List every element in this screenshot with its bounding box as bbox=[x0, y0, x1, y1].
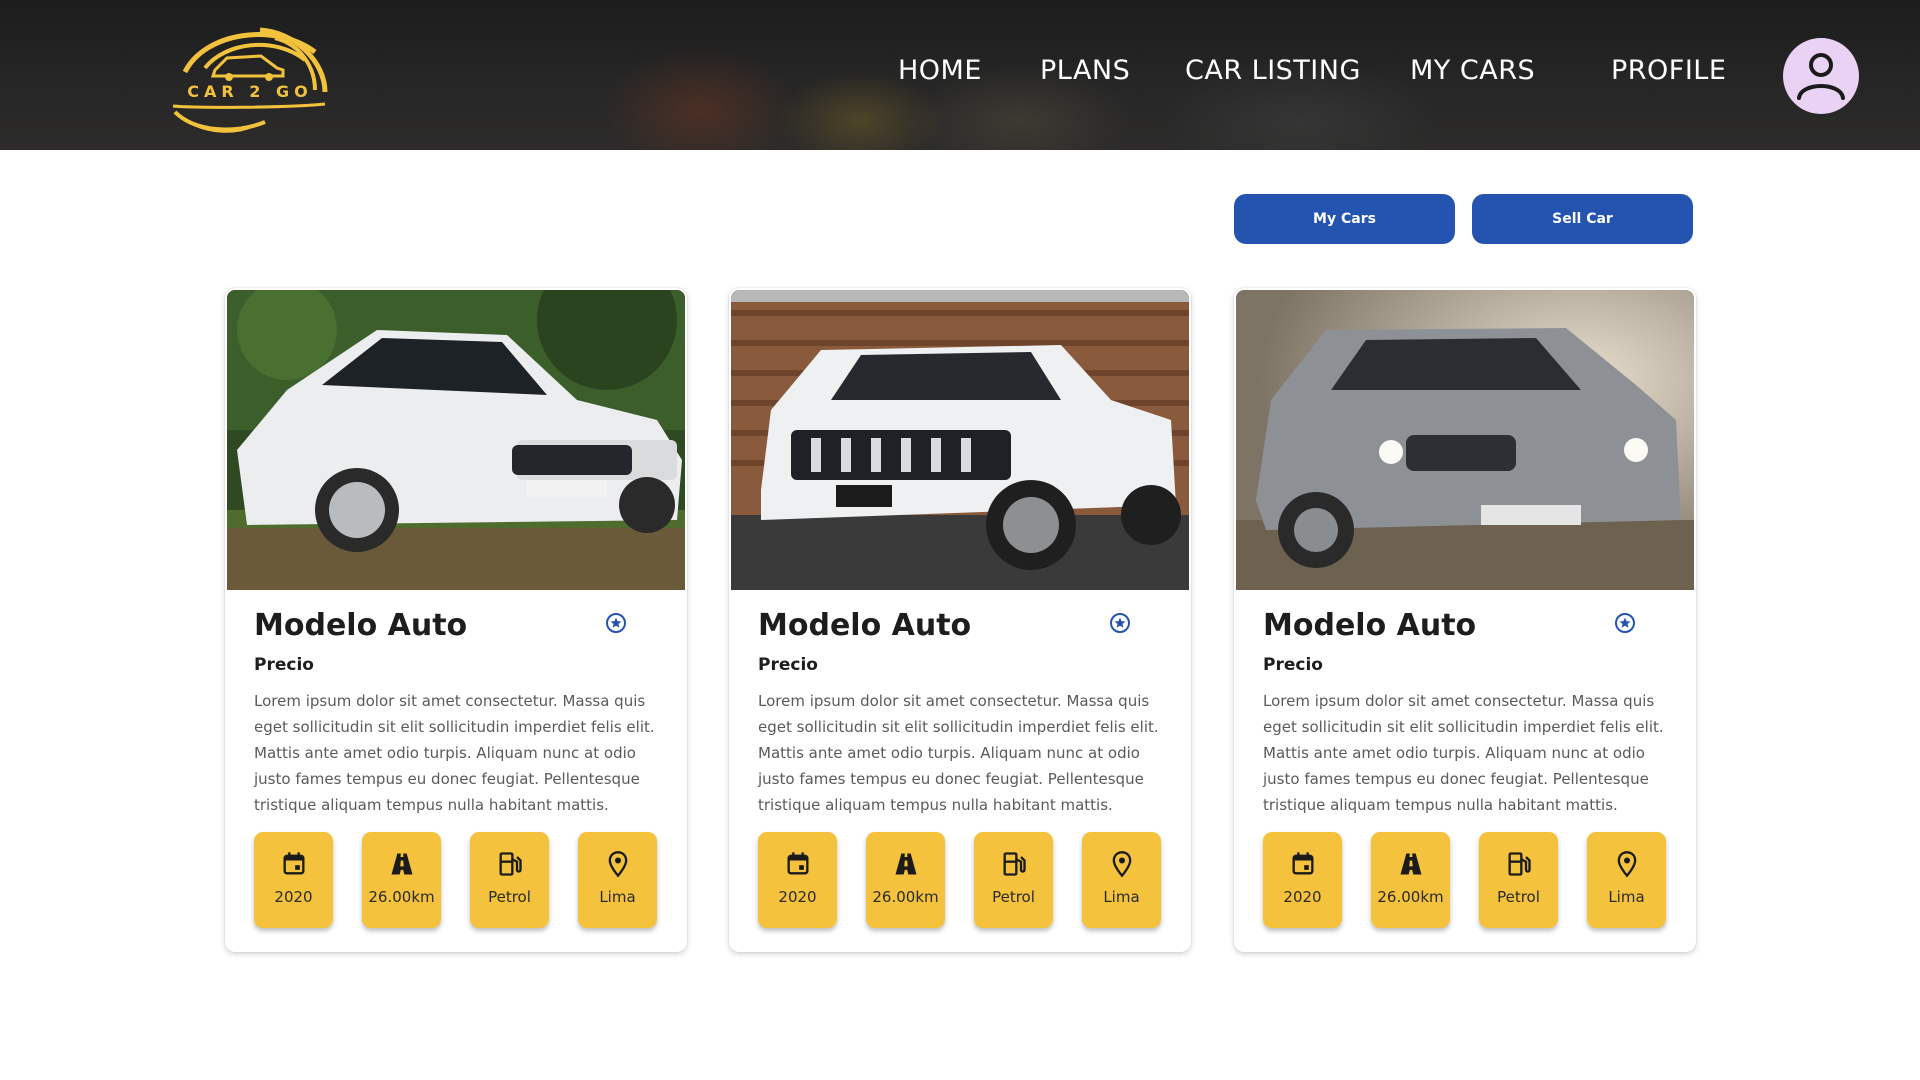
my-cars-button[interactable]: My Cars bbox=[1234, 194, 1455, 244]
spec-year-label: 2020 bbox=[1283, 888, 1322, 906]
car-card[interactable]: Modelo Auto Precio Lorem ipsum dolor sit… bbox=[729, 288, 1191, 952]
spec-fuel: Petrol bbox=[974, 832, 1053, 928]
spec-location: Lima bbox=[1587, 832, 1666, 928]
spec-list: 2020 26.00km Petrol Lima bbox=[254, 832, 674, 928]
spec-mileage-label: 26.00km bbox=[1377, 888, 1444, 906]
card-price: Precio bbox=[1263, 655, 1323, 675]
white-suv-photo bbox=[731, 290, 1189, 590]
card-description: Lorem ipsum dolor sit amet consectetur. … bbox=[254, 692, 655, 814]
calendar-icon bbox=[283, 852, 305, 875]
car-image[interactable] bbox=[227, 290, 685, 590]
spec-mileage: 26.00km bbox=[362, 832, 441, 928]
spec-mileage-label: 26.00km bbox=[368, 888, 435, 906]
car-image[interactable] bbox=[731, 290, 1189, 590]
location-pin-icon bbox=[608, 851, 628, 878]
card-price: Precio bbox=[254, 655, 314, 675]
car2go-logo[interactable]: CAR 2 GO bbox=[165, 22, 330, 134]
star-circle-icon[interactable] bbox=[605, 612, 627, 634]
spec-location: Lima bbox=[1082, 832, 1161, 928]
card-description: Lorem ipsum dolor sit amet consectetur. … bbox=[1263, 692, 1664, 814]
location-pin-icon bbox=[1112, 851, 1132, 878]
star-circle-icon[interactable] bbox=[1614, 612, 1636, 634]
car-image[interactable] bbox=[1236, 290, 1694, 590]
nav-car-listing[interactable]: CAR LISTING bbox=[1185, 55, 1361, 86]
spec-list: 2020 26.00km Petrol Lima bbox=[758, 832, 1178, 928]
spec-list: 2020 26.00km Petrol Lima bbox=[1263, 832, 1683, 928]
location-pin-icon bbox=[1617, 851, 1637, 878]
spec-year: 2020 bbox=[758, 832, 837, 928]
road-icon bbox=[895, 853, 917, 875]
calendar-icon bbox=[787, 852, 809, 875]
spec-fuel: Petrol bbox=[470, 832, 549, 928]
logo-text: CAR 2 GO bbox=[187, 82, 313, 101]
car-card[interactable]: Modelo Auto Precio Lorem ipsum dolor sit… bbox=[225, 288, 687, 952]
spec-location: Lima bbox=[578, 832, 657, 928]
sell-car-button[interactable]: Sell Car bbox=[1472, 194, 1693, 244]
logo-emblem bbox=[172, 27, 328, 133]
silver-suv-photo bbox=[1236, 290, 1694, 590]
star-circle-icon[interactable] bbox=[1109, 612, 1131, 634]
spec-fuel-label: Petrol bbox=[992, 888, 1035, 906]
fuel-pump-icon bbox=[499, 852, 522, 876]
card-title: Modelo Auto bbox=[254, 608, 468, 643]
spec-year-label: 2020 bbox=[274, 888, 313, 906]
spec-location-label: Lima bbox=[1608, 888, 1645, 906]
spec-year: 2020 bbox=[1263, 832, 1342, 928]
spec-mileage: 26.00km bbox=[1371, 832, 1450, 928]
user-icon bbox=[1797, 53, 1845, 100]
spec-mileage: 26.00km bbox=[866, 832, 945, 928]
spec-mileage-label: 26.00km bbox=[872, 888, 939, 906]
nav-home[interactable]: HOME bbox=[898, 55, 982, 86]
road-icon bbox=[391, 853, 413, 875]
spec-year-label: 2020 bbox=[778, 888, 817, 906]
card-description: Lorem ipsum dolor sit amet consectetur. … bbox=[758, 692, 1159, 814]
nav-plans[interactable]: PLANS bbox=[1040, 55, 1130, 86]
top-header: CAR 2 GO HOME PLANS CAR LISTING MY CARS … bbox=[0, 0, 1920, 150]
card-price: Precio bbox=[758, 655, 818, 675]
road-icon bbox=[1400, 853, 1422, 875]
profile-avatar[interactable] bbox=[1783, 38, 1859, 114]
fuel-pump-icon bbox=[1003, 852, 1026, 876]
spec-location-label: Lima bbox=[599, 888, 636, 906]
car-card[interactable]: Modelo Auto Precio Lorem ipsum dolor sit… bbox=[1234, 288, 1696, 952]
card-title: Modelo Auto bbox=[758, 608, 972, 643]
nav-my-cars[interactable]: MY CARS bbox=[1410, 55, 1535, 86]
spec-fuel: Petrol bbox=[1479, 832, 1558, 928]
spec-year: 2020 bbox=[254, 832, 333, 928]
nav-profile[interactable]: PROFILE bbox=[1611, 55, 1726, 86]
spec-fuel-label: Petrol bbox=[1497, 888, 1540, 906]
spec-fuel-label: Petrol bbox=[488, 888, 531, 906]
calendar-icon bbox=[1292, 852, 1314, 875]
spec-location-label: Lima bbox=[1103, 888, 1140, 906]
white-sedan-photo bbox=[227, 290, 685, 590]
card-title: Modelo Auto bbox=[1263, 608, 1477, 643]
fuel-pump-icon bbox=[1508, 852, 1531, 876]
